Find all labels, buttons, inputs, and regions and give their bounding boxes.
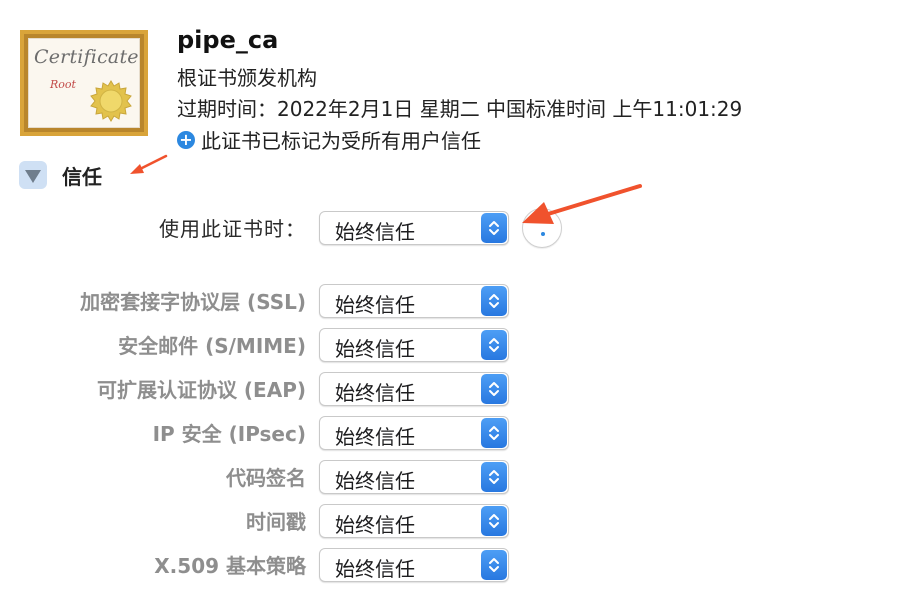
setting-label-timestamping: 时间戳 — [246, 510, 306, 534]
certificate-icon-subtitle: Root — [50, 78, 76, 91]
trust-section-toggle[interactable]: 信任 — [18, 160, 102, 190]
setting-popup-code-signing[interactable]: 始终信任 — [319, 460, 509, 494]
setting-popup-timestamping[interactable]: 始终信任 — [319, 504, 509, 538]
setting-value-ipsec: 始终信任 — [335, 425, 415, 449]
chevron-up-down-icon — [481, 374, 507, 404]
certificate-icon: Certificate Root — [20, 30, 148, 136]
setting-value-eap: 始终信任 — [335, 381, 415, 405]
trust-status-line: + 此证书已标记为受所有用户信任 — [177, 125, 481, 154]
chevron-up-down-icon — [481, 330, 507, 360]
chevron-up-down-icon — [481, 213, 507, 243]
setting-value-code-signing: 始终信任 — [335, 469, 415, 493]
when-using-popup[interactable]: 始终信任 — [319, 211, 509, 245]
chevron-up-down-icon — [481, 550, 507, 580]
annotation-arrow-icon — [130, 154, 168, 174]
setting-popup-eap[interactable]: 始终信任 — [319, 372, 509, 406]
setting-label-smime: 安全邮件 (S/MIME) — [118, 334, 306, 358]
certificate-name: pipe_ca — [177, 26, 279, 54]
certificate-type: 根证书颁发机构 — [177, 66, 317, 90]
disclosure-triangle-icon[interactable] — [18, 160, 48, 190]
setting-label-code-signing: 代码签名 — [226, 466, 306, 490]
setting-value-ssl: 始终信任 — [335, 293, 415, 317]
help-icon — [541, 232, 545, 236]
setting-label-eap: 可扩展认证协议 (EAP) — [96, 378, 306, 402]
seal-icon — [90, 80, 132, 122]
when-using-label: 使用此证书时： — [159, 217, 306, 241]
setting-value-timestamping: 始终信任 — [335, 513, 415, 537]
trust-status-text: 此证书已标记为受所有用户信任 — [201, 129, 481, 153]
setting-popup-smime[interactable]: 始终信任 — [319, 328, 509, 362]
setting-label-ssl: 加密套接字协议层 (SSL) — [80, 290, 306, 314]
when-using-value: 始终信任 — [335, 220, 415, 244]
trust-section-label: 信任 — [62, 164, 102, 189]
setting-popup-ssl[interactable]: 始终信任 — [319, 284, 509, 318]
setting-label-ipsec: IP 安全 (IPsec) — [152, 422, 306, 446]
help-button[interactable] — [522, 208, 562, 248]
chevron-up-down-icon — [481, 286, 507, 316]
chevron-up-down-icon — [481, 506, 507, 536]
chevron-up-down-icon — [481, 418, 507, 448]
setting-value-smime: 始终信任 — [335, 337, 415, 361]
plus-circle-icon: + — [177, 130, 195, 149]
chevron-up-down-icon — [481, 462, 507, 492]
setting-label-x509: X.509 基本策略 — [154, 554, 306, 578]
certificate-icon-title: Certificate — [34, 46, 139, 68]
setting-popup-x509[interactable]: 始终信任 — [319, 548, 509, 582]
certificate-expiry: 过期时间：2022年2月1日 星期二 中国标准时间 上午11:01:29 — [177, 97, 743, 121]
setting-popup-ipsec[interactable]: 始终信任 — [319, 416, 509, 450]
setting-value-x509: 始终信任 — [335, 557, 415, 581]
